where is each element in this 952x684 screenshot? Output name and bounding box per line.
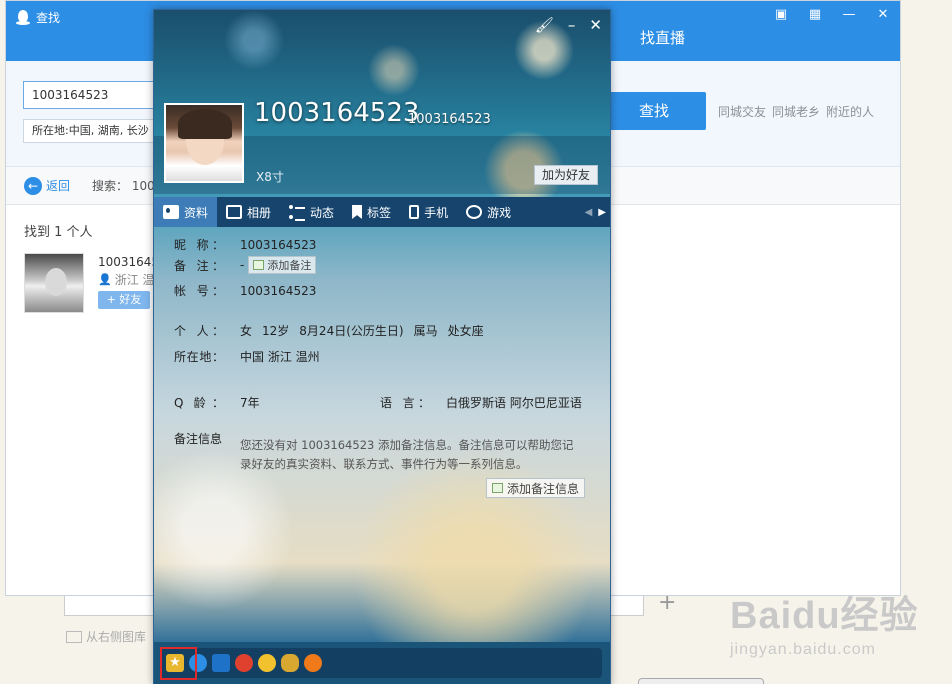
window-controls: ▣ ▦ — ✕ — [774, 7, 890, 22]
image-icon — [66, 630, 82, 643]
profile-avatar[interactable] — [164, 103, 244, 183]
list-item[interactable]: 10031645 👤 浙江 温 + 好友 — [24, 253, 159, 313]
person-icon: 👤 — [98, 273, 112, 286]
tab-feed[interactable]: 动态 — [280, 197, 343, 227]
scroll-right-icon[interactable]: ▶ — [598, 207, 606, 218]
profile-card-window: 🖌 – ✕ 1003164523 1003164523 X8寸 加为好友 资料 … — [153, 9, 611, 684]
qq-music-icon[interactable] — [304, 654, 322, 672]
phone-icon — [409, 205, 420, 219]
tab-game[interactable]: 游戏 — [457, 197, 520, 227]
breadcrumb: 搜索： 100 — [92, 179, 155, 193]
info-card-icon — [163, 205, 179, 219]
minimize-icon[interactable]: – — [568, 16, 576, 34]
minimize-icon[interactable]: — — [842, 7, 856, 22]
profile-qq-number: 1003164523 — [408, 112, 491, 127]
feedback-icon[interactable]: ▣ — [774, 7, 788, 22]
lock-icon[interactable]: ▦ — [808, 7, 822, 22]
search-button[interactable]: 查找 — [602, 92, 706, 130]
add-friend-button[interactable]: + 好友 — [98, 291, 150, 309]
profile-signature: X8寸 — [256, 170, 284, 184]
personal-row: 个 人： 女 12岁 8月24日(公历生日) 属马 处女座 — [174, 324, 484, 338]
background-button[interactable] — [638, 678, 764, 684]
location-row: 所在地： 中国 浙江 温州 — [174, 350, 320, 364]
result-count: 找到 1 个人 — [24, 225, 93, 240]
annotation-highlight-box — [160, 647, 197, 680]
skin-brush-icon[interactable]: 🖌 — [535, 16, 554, 34]
game-icon — [466, 205, 483, 219]
nickname-row: 昵 称： 1003164523 — [174, 237, 317, 253]
edit-note-icon — [492, 483, 503, 493]
profile-nickname: 1003164523 — [254, 98, 420, 128]
quick-links: 同城交友 同城老乡 附近的人 — [718, 103, 874, 120]
account-row: 帐 号： 1003164523 — [174, 283, 317, 299]
profile-tabbar: 资料 相册 动态 标签 手机 游戏 ◀ ▶ — [154, 197, 610, 227]
tab-info[interactable]: 资料 — [154, 197, 218, 227]
tab-tags[interactable]: 标签 — [343, 197, 400, 227]
add-remark-button[interactable]: 添加备注 — [248, 256, 317, 274]
result-location: 👤 浙江 温 — [98, 273, 155, 287]
tab-album[interactable]: 相册 — [217, 197, 280, 227]
result-qq[interactable]: 10031645 — [98, 253, 159, 271]
card-footer: ★ — [154, 642, 610, 684]
link-nearby[interactable]: 附近的人 — [826, 103, 874, 120]
app-icon-bar: ★ — [160, 648, 602, 678]
edit-note-icon — [253, 260, 265, 270]
image-hint: 从右侧图库 — [66, 628, 146, 645]
remark-row: 备 注： - 添加备注 — [174, 256, 317, 274]
back-button[interactable]: ← 返回 — [24, 176, 70, 195]
tab-phone[interactable]: 手机 — [400, 197, 457, 227]
qq-mail-icon[interactable] — [212, 654, 230, 672]
qq-show-icon[interactable] — [281, 654, 299, 672]
feed-icon — [289, 205, 306, 221]
note-row: 备注信息 — [174, 432, 223, 446]
qq-pet-icon[interactable] — [258, 654, 276, 672]
link-hometown[interactable]: 同城老乡 — [772, 103, 820, 120]
tag-icon — [352, 205, 363, 219]
avatar[interactable] — [24, 253, 84, 313]
tab-scroll-arrows: ◀ ▶ — [585, 207, 610, 218]
add-friend-button[interactable]: 加为好友 — [534, 165, 598, 185]
window-title: 查找 — [16, 9, 60, 26]
scroll-left-icon[interactable]: ◀ — [585, 207, 593, 218]
language-label: 语 言： 白俄罗斯语 阿尔巴尼亚语 — [380, 396, 582, 410]
close-icon[interactable]: ✕ — [876, 7, 890, 22]
location-select[interactable]: 所在地:中国, 湖南, 长沙 — [23, 119, 169, 143]
result-info: 10031645 👤 浙江 温 + 好友 — [98, 253, 159, 313]
search-input[interactable]: 1003164523 — [23, 81, 169, 109]
back-arrow-icon: ← — [24, 176, 42, 195]
link-same-city[interactable]: 同城交友 — [718, 103, 766, 120]
close-icon[interactable]: ✕ — [589, 16, 602, 34]
note-text: 您还没有对 1003164523 添加备注信息。备注信息可以帮助您记录好友的真实… — [240, 438, 574, 471]
tab-find-live[interactable]: 找直播 — [640, 27, 685, 48]
album-icon — [226, 205, 243, 219]
qq-game-icon[interactable] — [235, 654, 253, 672]
add-note-info-button[interactable]: 添加备注信息 — [486, 478, 586, 498]
card-window-controls: 🖌 – ✕ — [535, 16, 602, 34]
qq-penguin-icon — [16, 9, 30, 26]
qage-row: Q 龄： 7年 语 言： 白俄罗斯语 阿尔巴尼亚语 — [174, 396, 582, 410]
